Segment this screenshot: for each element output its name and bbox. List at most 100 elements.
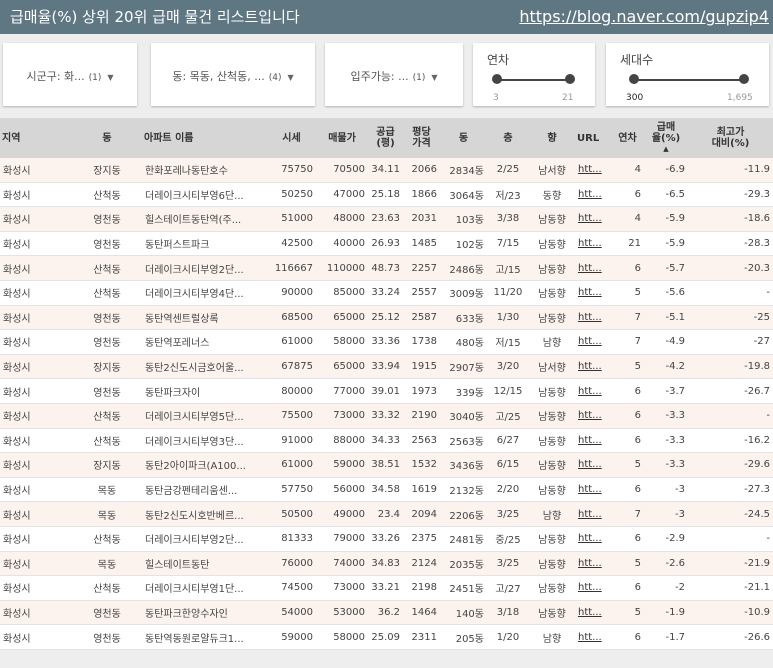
yeoncha-slider-track[interactable] xyxy=(497,79,570,81)
table-row[interactable]: 화성시 산척동 더레이크시티부영2단... 116667 110000 48.73 2257… xyxy=(0,255,773,281)
table-row[interactable]: 화성시 영천동 동탄역포레너스 61000 58000 33.36 1738 480동 저/15… xyxy=(0,329,773,355)
table-row[interactable]: 화성시 영천동 동탄퍼스트파크 42500 40000 26.93 1485 102동 7/15… xyxy=(0,231,773,257)
cell-url[interactable]: htt... xyxy=(575,477,611,503)
table-row[interactable]: 화성시 산척동 더레이크시티부영2단... 81333 79000 33.26 2375 24… xyxy=(0,526,773,552)
cell-url[interactable]: htt... xyxy=(575,280,611,306)
column-header-building[interactable]: 동 xyxy=(440,118,487,158)
caret-down-icon[interactable]: ▼ xyxy=(288,73,294,82)
cell-url[interactable]: htt... xyxy=(575,305,611,331)
column-header-discount-rate[interactable]: 급매 율(%) ▲ xyxy=(644,118,688,158)
caret-down-icon[interactable]: ▼ xyxy=(107,73,113,82)
column-header-region[interactable]: 지역 xyxy=(0,118,72,158)
table-row[interactable]: 화성시 목동 동탄금강펜테리움센... 57750 56000 34.58 1619 2132… xyxy=(0,477,773,503)
column-header-apt-name[interactable]: 아파트 이름 xyxy=(142,118,267,158)
cell-url[interactable]: htt... xyxy=(575,182,611,208)
table-row[interactable]: 화성시 목동 힐스테이트동탄 76000 74000 34.83 2124 2035동 3/25… xyxy=(0,551,773,577)
cell-floor: 3/25 xyxy=(487,501,529,527)
blog-link[interactable]: https://blog.naver.com/gupzip4 xyxy=(519,7,769,26)
cell-listing-price: 58000 xyxy=(316,329,368,355)
cell-url[interactable]: htt... xyxy=(575,428,611,454)
cell-discount-rate: -5.7 xyxy=(644,255,688,281)
cell-url[interactable]: htt... xyxy=(575,255,611,281)
column-header-direction[interactable]: 향 xyxy=(529,118,575,158)
sigungu-filter[interactable]: 시군구: 화... (1) ▼ xyxy=(3,43,137,106)
dong-filter[interactable]: 동: 목동, 산척동, ... (4) ▼ xyxy=(151,43,315,106)
column-header-floor[interactable]: 층 xyxy=(487,118,529,158)
column-header-vs-max-price[interactable]: 최고가 대비(%) xyxy=(688,118,773,158)
cell-dong: 산척동 xyxy=(72,403,142,429)
column-header-price-per-pyeong[interactable]: 평당 가격 xyxy=(403,118,440,158)
sedaesu-slider-min-handle[interactable] xyxy=(629,74,639,84)
yeoncha-slider-min-handle[interactable] xyxy=(492,74,502,84)
cell-url[interactable]: htt... xyxy=(575,354,611,380)
sort-arrow-icon[interactable]: ▲ xyxy=(646,144,686,155)
cell-price: 68500 xyxy=(267,305,316,331)
table-row[interactable]: 화성시 산척동 더레이크시티부영1단... 74500 73000 33.21 2198 24… xyxy=(0,575,773,601)
table-row[interactable]: 화성시 장지동 동탄2아이파크(A100... 61000 59000 38.51 1532… xyxy=(0,452,773,478)
cell-price: 75750 xyxy=(267,158,316,183)
cell-url[interactable]: htt... xyxy=(575,575,611,601)
cell-url[interactable]: htt... xyxy=(575,551,611,577)
cell-supply-area: 23.63 xyxy=(368,206,403,232)
table-row[interactable]: 화성시 장지동 한화포레나동탄호수 75750 70500 34.11 2066 2834동 2… xyxy=(0,158,773,183)
cell-apt-name: 힐스테이트동탄 xyxy=(142,551,267,577)
cell-url[interactable]: htt... xyxy=(575,158,611,183)
column-header-label: 공급 (평) xyxy=(376,127,395,149)
column-header-label: 층 xyxy=(503,132,513,144)
cell-url[interactable]: htt... xyxy=(575,231,611,257)
cell-direction: 남향 xyxy=(529,624,575,650)
table-row[interactable]: 화성시 목동 동탄2신도시호반베르... 50500 49000 23.4 2094 2206… xyxy=(0,501,773,527)
cell-vs-max-price: -29.3 xyxy=(688,182,773,208)
cell-direction: 남향 xyxy=(529,501,575,527)
cell-building: 103동 xyxy=(440,206,487,232)
column-header-age[interactable]: 연차 xyxy=(611,118,644,158)
column-header-url[interactable]: URL xyxy=(575,118,611,158)
column-header-listing-price[interactable]: 매물가 xyxy=(316,118,368,158)
column-header-dong[interactable]: 동 xyxy=(72,118,142,158)
column-header-price[interactable]: 시세 xyxy=(267,118,316,158)
cell-url[interactable]: htt... xyxy=(575,329,611,355)
cell-listing-price: 65000 xyxy=(316,305,368,331)
table-row[interactable]: 화성시 산척동 더레이크시티부영3단... 91000 88000 34.33 2563 25… xyxy=(0,428,773,454)
cell-url[interactable]: htt... xyxy=(575,624,611,650)
column-header-supply-area[interactable]: 공급 (평) xyxy=(368,118,403,158)
cell-url[interactable]: htt... xyxy=(575,378,611,404)
cell-dong: 영천동 xyxy=(72,600,142,626)
cell-url[interactable]: htt... xyxy=(575,526,611,552)
caret-down-icon[interactable]: ▼ xyxy=(431,73,437,82)
table-row[interactable]: 화성시 영천동 동탄역센트럴상록 68500 65000 25.12 2587 633동 1/3… xyxy=(0,305,773,331)
table-row[interactable]: 화성시 장지동 동탄2신도시금호어울... 67875 65000 33.94 1915 29… xyxy=(0,354,773,380)
yeoncha-slider-max-handle[interactable] xyxy=(565,74,575,84)
table-row[interactable]: 화성시 영천동 동탄파크한양수자인 54000 53000 36.2 1464 140동 3/1… xyxy=(0,600,773,626)
table-row[interactable]: 화성시 영천동 힐스테이트동탄역(주... 51000 48000 23.63 2031 10… xyxy=(0,206,773,232)
sedaesu-slider-max-handle[interactable] xyxy=(739,74,749,84)
cell-url[interactable]: htt... xyxy=(575,501,611,527)
cell-price-per-pyeong: 2563 xyxy=(403,428,440,454)
table-row[interactable]: 화성시 영천동 동탄파크자이 80000 77000 39.01 1973 339동 12/15… xyxy=(0,378,773,404)
cell-region: 화성시 xyxy=(0,575,72,601)
table-row[interactable]: 화성시 산척동 더레이크시티부영5단... 75500 73000 33.32 2190 30… xyxy=(0,403,773,429)
cell-supply-area: 36.2 xyxy=(368,600,403,626)
table-row[interactable]: 화성시 영천동 동탄역동원로얄듀크1... 59000 58000 25.09 2311 20… xyxy=(0,624,773,650)
sedaesu-slider-track[interactable] xyxy=(634,79,744,81)
cell-price: 91000 xyxy=(267,428,316,454)
cell-url[interactable]: htt... xyxy=(575,403,611,429)
column-header-label: 최고가 대비(%) xyxy=(711,127,750,149)
cell-apt-name: 동탄파크자이 xyxy=(142,378,267,404)
cell-listing-price: 59000 xyxy=(316,452,368,478)
cell-price: 116667 xyxy=(267,255,316,281)
table-row[interactable]: 화성시 산척동 더레이크시티부영6단... 50250 47000 25.18 1866 30… xyxy=(0,182,773,208)
table-row[interactable]: 화성시 산척동 더레이크시티부영4단... 90000 85000 33.24 2557 30… xyxy=(0,280,773,306)
ipju-filter[interactable]: 입주가능: ... (1) ▼ xyxy=(325,43,463,106)
cell-dong: 장지동 xyxy=(72,158,142,183)
cell-supply-area: 25.18 xyxy=(368,182,403,208)
cell-price: 61000 xyxy=(267,452,316,478)
cell-url[interactable]: htt... xyxy=(575,600,611,626)
cell-listing-price: 110000 xyxy=(316,255,368,281)
cell-price-per-pyeong: 1464 xyxy=(403,600,440,626)
cell-direction: 남동향 xyxy=(529,403,575,429)
cell-dong: 영천동 xyxy=(72,231,142,257)
cell-dong: 산척동 xyxy=(72,526,142,552)
cell-url[interactable]: htt... xyxy=(575,206,611,232)
cell-url[interactable]: htt... xyxy=(575,452,611,478)
